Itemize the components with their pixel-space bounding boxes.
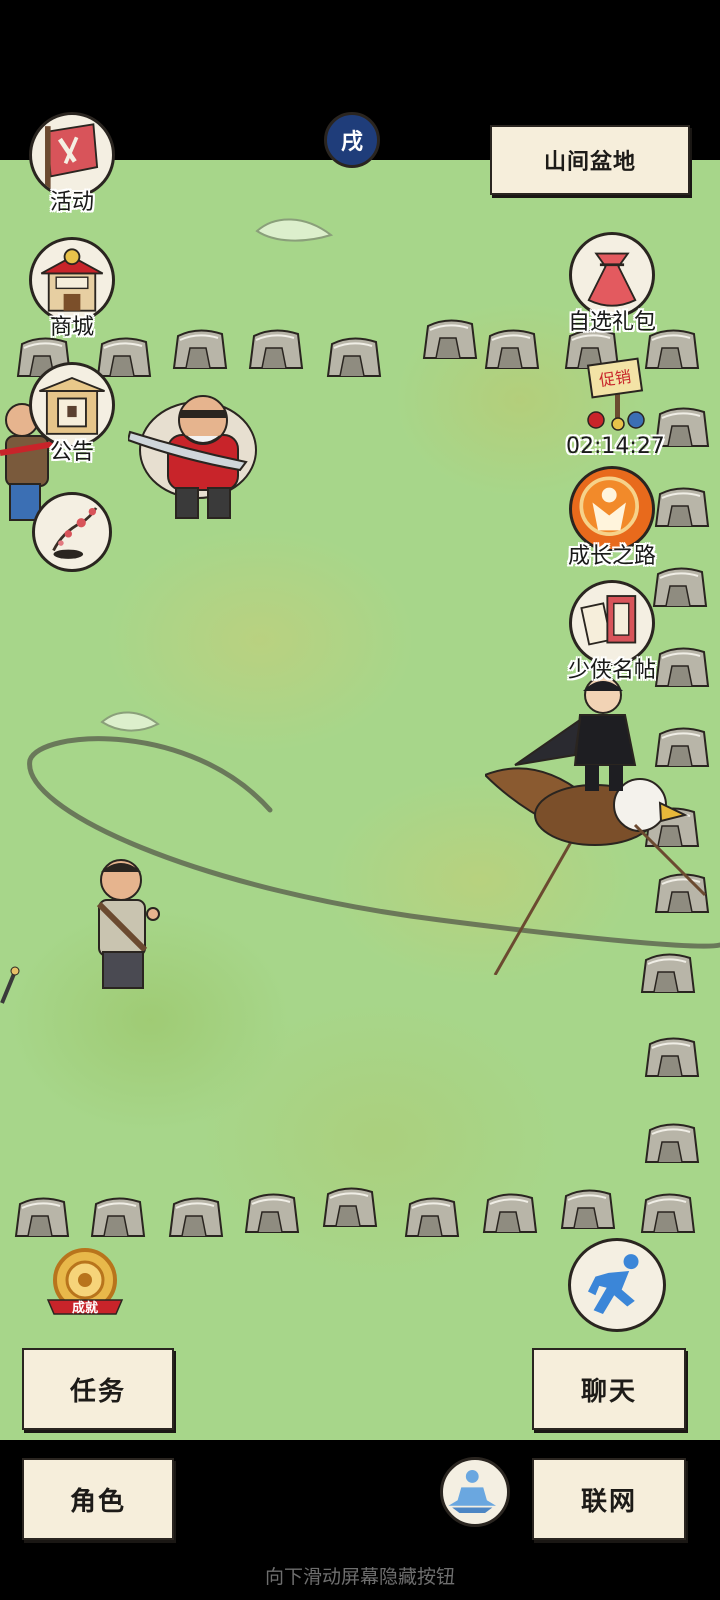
notice-label: 公告: [49, 440, 94, 465]
boulder: [244, 322, 306, 372]
achievement-button[interactable]: 成就: [42, 1244, 128, 1322]
location-name: 山间盆地: [543, 150, 636, 175]
player-on-eagle[interactable]: [485, 675, 720, 975]
tasks-button[interactable]: 任务: [22, 1348, 174, 1430]
boulder: [168, 322, 230, 372]
plum-blossom-button[interactable]: [32, 492, 112, 572]
gift-bag-icon: [587, 252, 637, 307]
gift-pack-button[interactable]: 自选礼包: [562, 232, 662, 336]
boulder: [640, 1030, 702, 1080]
hero-roster-button[interactable]: 少侠名帖: [562, 580, 662, 684]
boulder: [640, 1116, 702, 1166]
boulder: [318, 1180, 380, 1230]
boulder: [418, 312, 480, 362]
name-card-icon: [580, 595, 637, 646]
gift-pack-label: 自选礼包: [567, 310, 656, 335]
boulder: [478, 1186, 540, 1236]
edge-object: [0, 966, 20, 1004]
time-badge-icon[interactable]: 戌: [324, 112, 380, 168]
notice-board-icon: [39, 377, 105, 435]
growth-sun-icon: [579, 476, 639, 536]
meditation-icon: [448, 1470, 497, 1514]
chat-button[interactable]: 聊天: [532, 1348, 686, 1430]
boulder: [480, 322, 542, 372]
boulder: [400, 1190, 462, 1240]
hero-roster-label: 少侠名帖: [567, 658, 656, 683]
growth-path-label: 成长之路: [567, 544, 656, 569]
network-button[interactable]: 联网: [532, 1458, 686, 1540]
plum-blossom-icon: [52, 507, 98, 559]
boulder: [240, 1186, 302, 1236]
achievement-label: 成就: [71, 1301, 98, 1316]
growth-path-button[interactable]: 成长之路: [562, 466, 662, 570]
tasks-label: 任务: [69, 1376, 126, 1407]
boulder: [164, 1190, 226, 1240]
boulder: [86, 1190, 148, 1240]
character-button[interactable]: 角色: [22, 1458, 174, 1540]
meditate-button[interactable]: [440, 1457, 510, 1527]
running-man-icon: [587, 1254, 639, 1315]
shop-label: 商城: [49, 315, 94, 340]
boulder: [322, 330, 384, 380]
hide-buttons-hint: 向下滑动屏幕隐藏按钮: [264, 1566, 455, 1588]
event-label: 活动: [49, 190, 94, 215]
chat-label: 聊天: [580, 1376, 637, 1407]
event-button[interactable]: 活动: [22, 112, 122, 216]
boulder: [556, 1182, 618, 1232]
character-label: 角色: [69, 1486, 126, 1517]
shop-button[interactable]: 商城: [22, 237, 122, 341]
boulder: [10, 1190, 72, 1240]
old-man-character[interactable]: [85, 852, 165, 997]
shop-icon: [40, 248, 104, 312]
run-button[interactable]: [568, 1238, 666, 1332]
network-label: 联网: [580, 1486, 637, 1517]
bandit-character[interactable]: [128, 380, 278, 530]
leaf-icon: [100, 711, 160, 732]
banner-icon: [45, 123, 99, 192]
sale-sign-icon[interactable]: 促销: [578, 352, 658, 432]
time-badge-text: 戌: [340, 130, 363, 155]
leaf-icon: [255, 218, 334, 242]
boulder: [636, 1186, 698, 1236]
sale-timer: 02:14:27: [566, 434, 665, 459]
location-label: 山间盆地: [490, 125, 690, 195]
notice-button[interactable]: 公告: [22, 362, 122, 466]
